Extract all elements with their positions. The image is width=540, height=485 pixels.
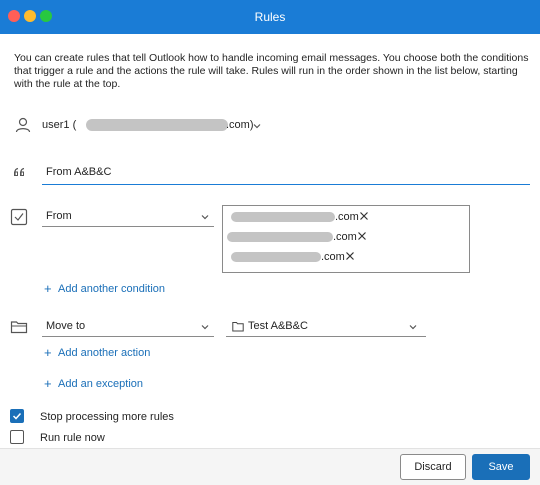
recipient-chip: .com	[225, 228, 366, 245]
action-field-select[interactable]: Move to	[42, 315, 214, 337]
action-field-value: Move to	[46, 320, 86, 332]
add-action-link[interactable]: + Add another action	[44, 345, 164, 360]
run-rule-now-label: Run rule now	[40, 432, 105, 444]
redacted-email	[231, 212, 335, 222]
chevron-down-icon	[201, 325, 209, 330]
chevron-down-icon	[409, 325, 417, 330]
account-email-suffix: .com)	[226, 119, 254, 131]
folder-select[interactable]: Test A&B&C	[226, 315, 426, 337]
condition-field-value: From	[46, 210, 72, 222]
folder-move-icon	[10, 321, 28, 334]
stop-processing-checkbox[interactable]	[10, 409, 24, 423]
recipient-list-input[interactable]: .com .com .com	[222, 205, 470, 273]
plus-icon: +	[44, 281, 52, 296]
folder-icon	[232, 322, 244, 332]
quote-icon	[14, 167, 25, 176]
redacted-email	[227, 232, 333, 242]
add-condition-link[interactable]: + Add another condition	[44, 281, 184, 296]
save-button[interactable]: Save	[472, 454, 530, 480]
redacted-email	[231, 252, 321, 262]
remove-recipient-icon[interactable]	[343, 249, 357, 263]
rule-name-input[interactable]: From A&B&C	[42, 160, 530, 185]
add-exception-label: Add an exception	[58, 378, 144, 390]
remove-recipient-icon[interactable]	[355, 229, 369, 243]
account-name: user1 (	[42, 119, 77, 131]
remove-recipient-icon[interactable]	[357, 209, 371, 223]
recipient-suffix: .com	[333, 231, 357, 243]
plus-icon: +	[44, 376, 52, 391]
add-condition-label: Add another condition	[58, 283, 166, 295]
run-rule-now-checkbox[interactable]	[10, 430, 24, 444]
redacted-email	[86, 119, 228, 131]
rule-name-value: From A&B&C	[46, 166, 112, 178]
plus-icon: +	[44, 345, 52, 360]
recipient-chip: .com	[229, 248, 369, 265]
add-exception-link[interactable]: + Add an exception	[44, 376, 164, 391]
person-icon	[15, 117, 31, 133]
recipient-suffix: .com	[335, 211, 359, 223]
discard-button[interactable]: Discard	[400, 454, 466, 480]
window-title: Rules	[254, 10, 286, 24]
condition-field-select[interactable]: From	[42, 205, 214, 227]
recipient-suffix: .com	[321, 251, 345, 263]
add-action-label: Add another action	[58, 347, 151, 359]
checkbox-list-icon	[10, 208, 28, 226]
checkmark-icon	[12, 412, 22, 420]
chevron-down-icon	[201, 215, 209, 220]
folder-value: Test A&B&C	[248, 320, 308, 332]
rules-description: You can create rules that tell Outlook h…	[14, 52, 529, 90]
stop-processing-label: Stop processing more rules	[40, 411, 174, 423]
recipient-chip: .com	[229, 208, 369, 225]
chevron-down-icon[interactable]	[252, 121, 262, 131]
